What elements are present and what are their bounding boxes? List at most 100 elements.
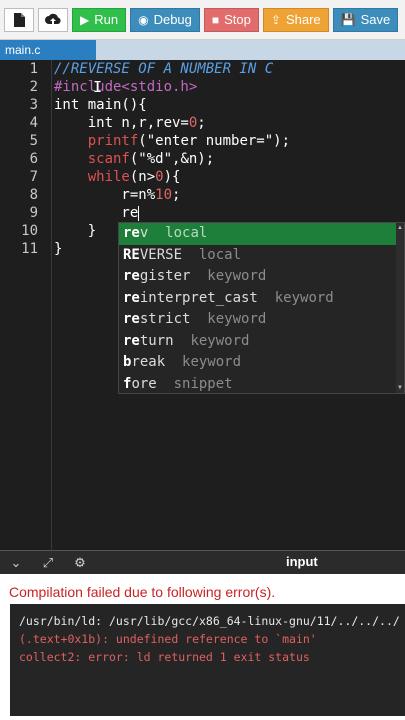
compilation-error-title: Compilation failed due to following erro… xyxy=(9,584,276,600)
suggestion-rest: turn xyxy=(139,332,174,349)
panel-header: ⌄ ⤢ ⚙ input xyxy=(0,550,405,574)
code-text: re xyxy=(54,205,139,221)
save-button[interactable]: 💾 Save xyxy=(332,7,399,32)
code-line-4: int n,r,rev=0; xyxy=(54,114,206,132)
suggestion-kind: snippet xyxy=(173,375,233,392)
keyword-token: while xyxy=(87,169,130,185)
code-line-2: #include<stdio.h> xyxy=(54,78,197,96)
run-button[interactable]: ▶ Run xyxy=(72,7,127,32)
suggestion-match: re xyxy=(123,268,140,284)
scroll-up-icon[interactable]: ▲ xyxy=(397,225,403,231)
suggestion-item[interactable]: fore snippet xyxy=(119,374,396,396)
share-label: Share xyxy=(285,12,321,27)
code-text: ("%d",&n); xyxy=(129,151,215,167)
suggestion-kind: local xyxy=(198,246,242,263)
code-text: int main(){ xyxy=(54,97,147,113)
code-line-1: //REVERSE OF A NUMBER IN C xyxy=(54,60,273,78)
suggestion-kind: keyword xyxy=(274,289,334,306)
stop-label: Stop xyxy=(224,12,251,27)
line-number: 3 xyxy=(29,97,38,113)
line-number: 2 xyxy=(29,79,38,95)
code-text: ; xyxy=(197,115,206,131)
suggestion-match: re xyxy=(123,311,140,327)
suggestion-rest: interpret_cast xyxy=(139,289,258,306)
error-console: /usr/bin/ld: /usr/lib/gcc/x86_64-linux-g… xyxy=(10,604,405,716)
code-text: ){ xyxy=(163,169,181,185)
file-icon xyxy=(13,12,25,27)
suggestion-item[interactable]: restrict keyword xyxy=(119,309,396,331)
play-icon: ▶ xyxy=(80,12,90,27)
code-editor[interactable]: 1 2 3 4 5 6 7 8 9 10 11 //REVERSE OF A N… xyxy=(0,60,405,550)
line-number: 5 xyxy=(29,133,38,149)
toolbar: ▶ Run ◉ Debug ■ Stop ⇪ Share 💾 Save xyxy=(0,0,405,40)
error-line: (.text+0x1b): undefined reference to `ma… xyxy=(19,632,317,646)
suggestion-rest: strict xyxy=(139,311,191,327)
suggestion-item[interactable]: rev local xyxy=(119,223,396,245)
share-button[interactable]: ⇪ Share xyxy=(262,7,329,32)
number-token: 0 xyxy=(155,169,164,185)
code-line-7: while(n>0){ xyxy=(54,168,181,186)
debug-button[interactable]: ◉ Debug xyxy=(130,7,200,32)
tab-bar: main.c xyxy=(0,40,405,60)
suggestion-rest: v xyxy=(139,225,149,241)
line-number: 1 xyxy=(29,61,38,77)
suggestion-item[interactable]: register keyword xyxy=(119,266,396,288)
code-text: (n> xyxy=(129,169,156,185)
settings-icon[interactable]: ⚙ xyxy=(64,555,96,571)
debug-label: Debug xyxy=(153,12,192,27)
comment-token: //REVERSE OF A NUMBER IN C xyxy=(54,61,274,77)
code-line-6: scanf("%d",&n); xyxy=(54,150,214,168)
suggestion-rest: reak xyxy=(131,354,166,370)
code-text: } xyxy=(54,223,97,239)
chevron-down-icon[interactable]: ⌄ xyxy=(0,555,32,571)
line-number: 11 xyxy=(21,241,38,257)
code-line-11: } xyxy=(54,240,62,258)
autocomplete-scrollbar[interactable]: ▲ ▼ xyxy=(396,223,404,393)
text-cursor-ibeam: I xyxy=(93,78,103,96)
line-number-gutter: 1 2 3 4 5 6 7 8 9 10 11 xyxy=(0,60,52,550)
function-token: scanf xyxy=(87,151,130,167)
code-text: ("enter number="); xyxy=(138,133,291,149)
suggestion-kind: keyword xyxy=(207,268,267,284)
error-line: collect2: error: ld returned 1 exit stat… xyxy=(19,650,310,664)
suggestion-item[interactable]: reinterpret_cast keyword xyxy=(119,288,396,310)
suggestion-kind: keyword xyxy=(190,332,250,349)
suggestion-match: re xyxy=(123,225,140,241)
upload-icon xyxy=(45,13,61,24)
line-number: 9 xyxy=(29,205,38,221)
code-line-9: re xyxy=(54,204,140,222)
suggestion-kind: keyword xyxy=(207,311,267,327)
line-number: 6 xyxy=(29,151,38,167)
suggestion-match: RE xyxy=(123,246,140,263)
ide-window: ▶ Run ◉ Debug ■ Stop ⇪ Share 💾 Save main… xyxy=(0,0,405,720)
code-text: int n,r,rev= xyxy=(54,115,189,131)
suggestion-item[interactable]: break keyword xyxy=(119,352,396,374)
line-number: 8 xyxy=(29,187,38,203)
code-line-5: printf("enter number="); xyxy=(54,132,290,150)
input-tab[interactable]: input xyxy=(286,554,318,569)
text-cursor xyxy=(138,205,140,221)
suggestion-match: re xyxy=(123,332,140,349)
preprocessor-token: #include<stdio.h> xyxy=(54,79,198,95)
new-file-button[interactable] xyxy=(4,7,34,32)
tab-main-c[interactable]: main.c xyxy=(0,40,96,60)
debug-icon: ◉ xyxy=(138,12,149,27)
suggestion-rest: ore xyxy=(131,375,157,392)
suggestion-item[interactable]: REVERSE local xyxy=(119,245,396,267)
expand-icon[interactable]: ⤢ xyxy=(32,555,64,571)
suggestion-kind: keyword xyxy=(182,354,242,370)
line-number: 10 xyxy=(21,223,38,239)
function-token: printf xyxy=(87,133,139,149)
code-line-8: r=n%10; xyxy=(54,186,180,204)
code-text: } xyxy=(54,241,63,257)
suggestion-rest: gister xyxy=(139,268,191,284)
code-text: r=n% xyxy=(54,187,156,203)
share-icon: ⇪ xyxy=(270,12,281,27)
stop-button[interactable]: ■ Stop xyxy=(203,7,259,32)
scroll-down-icon[interactable]: ▼ xyxy=(397,385,403,391)
upload-button[interactable] xyxy=(38,7,68,32)
save-label: Save xyxy=(360,12,391,27)
suggestion-item[interactable]: return keyword xyxy=(119,331,396,353)
